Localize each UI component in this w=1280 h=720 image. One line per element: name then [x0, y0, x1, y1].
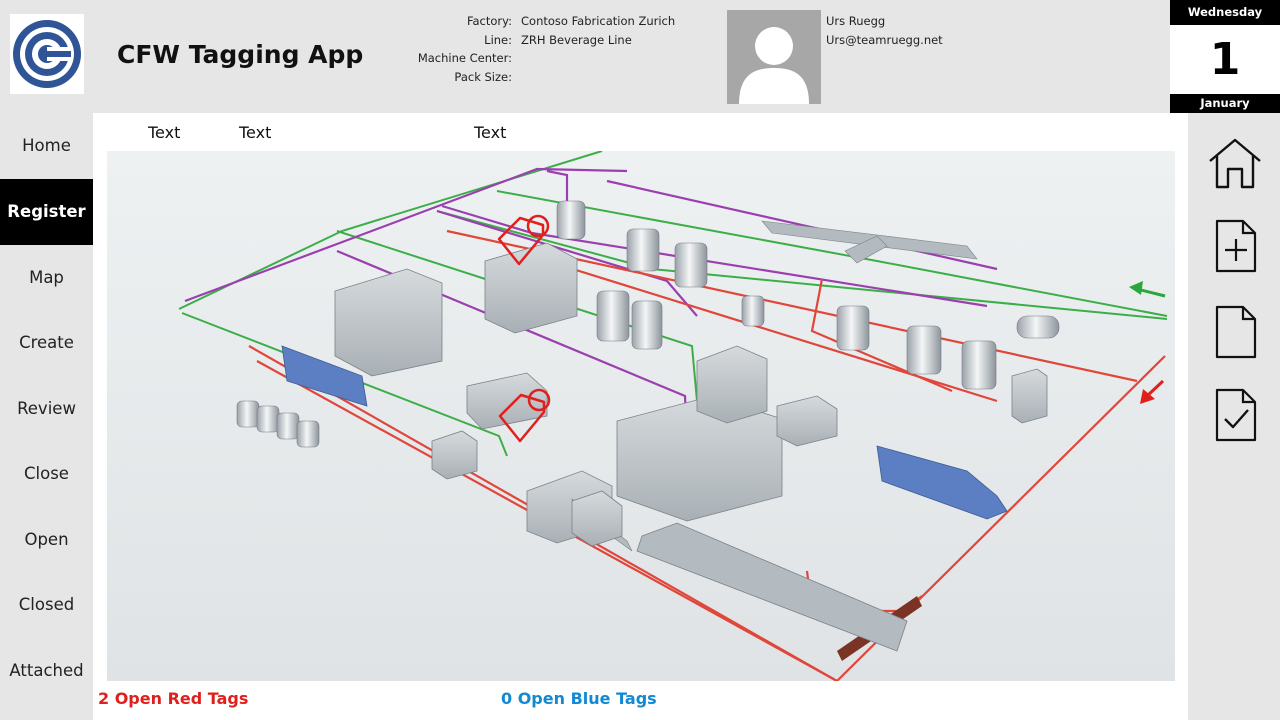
nav-label: Attached: [9, 660, 84, 680]
home-icon: [1209, 138, 1261, 189]
open-red-tags-count: 2 Open Red Tags: [98, 689, 249, 708]
nav-item-map[interactable]: Map: [0, 245, 93, 311]
nav-label: Home: [22, 136, 71, 156]
nav-item-create[interactable]: Create: [0, 310, 93, 376]
nav-label: Map: [29, 267, 64, 287]
nav-label: Register: [7, 202, 86, 222]
day-number: 1: [1170, 25, 1280, 94]
header: CFW Tagging App Factory: Line: Machine C…: [0, 0, 1280, 113]
new-document-button[interactable]: [1206, 217, 1264, 275]
document-icon: [1215, 305, 1257, 359]
user-email: Urs@teamruegg.net: [826, 32, 943, 47]
user-name: Urs Ruegg: [826, 14, 886, 28]
date-widget: Wednesday 1 January: [1170, 0, 1280, 113]
machine-center-label: Machine Center:: [417, 51, 512, 65]
nav-label: Closed: [18, 595, 75, 615]
month-label: January: [1170, 94, 1280, 113]
line-value: ZRH Beverage Line: [521, 32, 632, 47]
nav-label: Open: [24, 529, 69, 549]
home-button[interactable]: [1206, 135, 1264, 193]
factory-label: Factory:: [466, 14, 512, 28]
nav-label: Review: [17, 398, 76, 418]
nav-item-register[interactable]: Register: [0, 179, 93, 245]
right-toolbar: [1188, 113, 1280, 720]
nav-item-review[interactable]: Review: [0, 376, 93, 442]
nav-item-open[interactable]: Open: [0, 507, 93, 573]
company-logo: [10, 14, 84, 94]
new-document-icon: [1215, 219, 1257, 273]
user-avatar: [727, 10, 821, 104]
pack-size-value: [521, 68, 721, 87]
pack-size-label: Pack Size:: [454, 69, 512, 84]
factory-value: Contoso Fabrication Zurich: [521, 14, 676, 28]
nav-label: Create: [19, 333, 74, 353]
nav-item-attached[interactable]: Attached: [0, 638, 93, 704]
machine-center-value: [521, 49, 721, 68]
line-info-labels: Factory: Line: Machine Center: Pack Size…: [370, 12, 512, 86]
column-header: Text: [148, 123, 181, 142]
line-label: Line:: [484, 32, 512, 47]
nav-item-home[interactable]: Home: [0, 113, 93, 179]
nav-item-close[interactable]: Close: [0, 441, 93, 507]
document-button[interactable]: [1206, 303, 1264, 361]
nav-label: Close: [24, 464, 69, 484]
open-blue-tags-count: 0 Open Blue Tags: [501, 689, 657, 708]
column-header: Text: [239, 123, 272, 142]
plant-layout-map[interactable]: [107, 151, 1175, 681]
line-info-values: Contoso Fabrication Zurich ZRH Beverage …: [521, 12, 721, 86]
checked-document-button[interactable]: [1206, 386, 1264, 444]
checked-document-icon: [1215, 388, 1257, 442]
user-info: Urs Ruegg Urs@teamruegg.net: [826, 12, 943, 49]
main-panel: Text Text Text 2 Open Red Tags 0 Open Bl…: [93, 113, 1188, 720]
column-header: Text: [474, 123, 507, 142]
app-title: CFW Tagging App: [117, 40, 364, 69]
nav-item-closed[interactable]: Closed: [0, 572, 93, 638]
weekday-label: Wednesday: [1170, 0, 1280, 25]
left-nav: Home Register Map Create Review Close Op…: [0, 113, 93, 720]
